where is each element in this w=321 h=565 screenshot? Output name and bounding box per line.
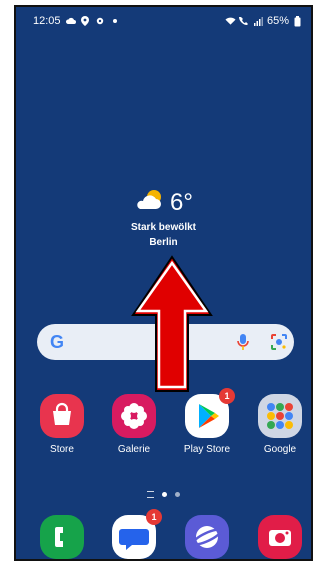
dock-camera[interactable] [245,515,311,559]
phone-screen: 12:05 65% 6° Stark bewölkt Berlin G Stor… [14,5,313,561]
app-store[interactable]: Store [27,394,97,455]
wifi-icon [225,16,236,27]
page-dot-current [162,492,167,497]
page-dot [175,492,180,497]
mic-icon[interactable] [235,333,251,351]
gallery-icon [112,394,156,438]
app-label: Galerie [117,444,151,455]
weather-temperature: 6° [170,188,193,216]
app-label: Store [50,444,74,455]
cloud-icon [65,16,76,27]
app-row: Store Galerie 1 Play Store Google [16,388,311,474]
app-play-store[interactable]: 1 Play Store [172,388,242,455]
dot-icon [110,16,121,27]
notification-badge: 1 [219,388,235,404]
app-label: Play Store [183,444,231,455]
app-gallery[interactable]: Galerie [99,394,169,455]
status-bar: 12:05 65% [16,7,311,35]
internet-icon [185,515,229,559]
google-folder-icon [258,394,302,438]
app-google-folder[interactable]: Google [245,394,311,455]
notification-badge: 1 [146,509,162,525]
app-label: Google [263,444,297,455]
signal-icon [253,16,264,27]
battery-icon [292,15,303,27]
settings-icon [95,16,106,27]
store-icon [40,394,84,438]
messages-icon: 1 [112,509,162,559]
location-icon [80,16,91,27]
home-menu-icon [147,491,154,498]
dock-messages[interactable]: 1 [99,509,169,559]
status-right: 65% [225,15,303,27]
weather-city: Berlin [149,237,178,248]
lens-icon[interactable] [270,333,288,351]
swipe-up-arrow [131,253,213,400]
page-indicator[interactable] [16,491,311,498]
weather-widget[interactable]: 6° Stark bewölkt Berlin [16,189,311,248]
dock-phone[interactable] [27,515,97,559]
play-store-icon: 1 [185,388,235,438]
status-time: 12:05 [33,15,61,27]
weather-description: Stark bewölkt [130,222,197,233]
dock-internet[interactable] [172,515,242,559]
phone-icon [40,515,84,559]
dock: 1 [16,509,311,559]
call-icon [239,16,250,27]
google-logo-icon: G [50,332,65,352]
status-left: 12:05 [33,15,121,27]
battery-percentage: 65% [266,15,289,27]
partly-cloudy-icon [134,189,164,216]
camera-icon [258,515,302,559]
